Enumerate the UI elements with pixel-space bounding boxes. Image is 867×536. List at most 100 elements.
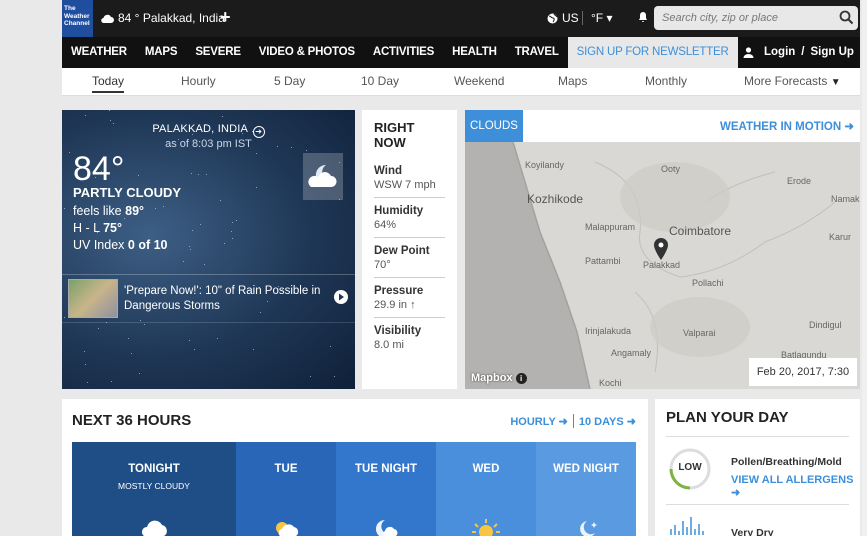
divider [666,504,849,505]
nav-weather[interactable]: WEATHER [62,37,136,68]
feels-like-label: feels like [73,204,122,218]
info-icon[interactable]: i [515,373,527,384]
star-decoration [334,376,335,377]
humidity-value: 64% [374,219,397,231]
visibility-row: Visibility 8.0 mi [374,318,445,357]
current-location-link[interactable]: 84 ° Palakkad, India [101,11,225,25]
scrollbar[interactable] [862,0,867,536]
star-decoration [64,208,65,209]
map-city-valparai: Valparai [683,328,716,338]
current-temperature: 84° [73,150,125,188]
star-decoration [192,230,193,231]
period-wed[interactable]: WED [436,442,536,536]
star-decoration [131,353,132,354]
map-header: CLOUDS WEATHER IN MOTION ➜ [465,110,860,142]
tab-weekend[interactable]: Weekend [454,74,504,88]
location-arrow-icon: ➔ [252,126,265,138]
dryness-label: Very Dry [731,527,774,536]
video-title-link[interactable]: 'Prepare Now!': 10" of Rain Possible in … [124,284,324,314]
logo-line-1: The [64,5,76,12]
feels-like: feels like 89° [73,204,144,218]
partly-cloudy-night-icon [101,14,114,23]
pressure-label: Pressure [374,285,424,297]
nav-video-photos[interactable]: VIDEO & PHOTOS [250,37,364,68]
mostly-cloudy-night-icon [142,520,167,536]
radar-map[interactable]: CLOUDS WEATHER IN MOTION ➜ Koyilandy Mal… [465,110,860,389]
clear-night-icon [580,521,597,536]
signup-link[interactable]: Sign Up [811,37,854,68]
ten-days-link[interactable]: 10 DAYS ➜ [579,415,636,428]
map-city-malappuram: Malappuram [585,222,636,232]
wind-value: WSW 7 mph [374,179,436,191]
uv-index-label: UV Index [73,238,125,252]
hourly-link[interactable]: HOURLY ➜ [510,415,568,428]
pressure-row: Pressure 29.9 in ↑ [374,278,445,318]
newsletter-signup-link[interactable]: SIGN UP FOR NEWSLETTER [567,37,738,68]
units-selector[interactable]: °F ▾ [591,11,613,25]
star-decoration [85,115,86,116]
period-phrase: MOSTLY CLOUDY [118,481,190,491]
observation-time: as of 8:03 pm IST [165,138,252,150]
right-now-title: RIGHT NOW [374,120,415,150]
star-decoration [222,116,223,117]
tab-more-forecasts[interactable]: More Forecasts ▼ [744,74,841,88]
star-decoration [189,246,190,247]
star-decoration [183,261,184,262]
period-tue[interactable]: TUE [236,442,336,536]
top-bar: The Weather Channel 84 ° Palakkad, India… [62,0,860,37]
region-selector[interactable]: US [547,11,579,25]
visibility-value: 8.0 mi [374,339,404,351]
star-decoration [194,349,195,350]
view-all-allergens-link[interactable]: VIEW ALL ALLERGENS ➜ [731,474,860,499]
tab-monthly[interactable]: Monthly [645,74,687,88]
weather-channel-logo[interactable]: The Weather Channel [62,0,93,37]
map-layer-clouds[interactable]: CLOUDS [465,110,523,142]
nav-health[interactable]: HEALTH [443,37,506,68]
star-decoration [144,324,145,325]
nav-maps[interactable]: MAPS [136,37,186,68]
map-canvas[interactable]: Koyilandy Malappuram Ooty Erode Namakl K… [465,141,860,389]
star-decoration [232,222,233,223]
star-decoration [306,150,307,151]
search-icon[interactable] [839,10,854,25]
nav-activities[interactable]: ACTIVITIES [364,37,443,68]
tab-10-day[interactable]: 10 Day [361,74,399,88]
star-decoration [204,264,205,265]
star-decoration [310,376,311,377]
map-city-irinjalakuda: Irinjalakuda [585,326,632,336]
divider [572,414,574,428]
period-tonight[interactable]: TONIGHT MOSTLY CLOUDY [72,442,236,536]
star-decoration [198,174,199,175]
nav-travel[interactable]: TRAVEL [506,37,568,68]
period-name: TUE NIGHT [355,463,417,475]
add-location-button[interactable]: + [220,7,231,27]
tab-today[interactable]: Today [92,74,125,93]
map-city-angamaly: Angamaly [611,348,652,358]
search-input[interactable]: Search city, zip or place [654,6,858,30]
star-decoration [139,373,140,374]
nav-severe[interactable]: SEVERE [186,37,249,68]
period-tue-night[interactable]: TUE NIGHT [336,442,436,536]
visibility-label: Visibility [374,325,422,337]
play-icon[interactable] [334,290,348,304]
high-low-label: H - L [73,221,100,235]
current-location[interactable]: PALAKKAD, INDIA ➔ [62,123,355,138]
period-wed-night[interactable]: WED NIGHT [536,442,636,536]
video-thumbnail[interactable] [68,279,118,318]
login-link[interactable]: Login [764,37,795,68]
star-decoration [220,200,221,201]
weather-in-motion-link[interactable]: WEATHER IN MOTION ➜ [720,119,854,133]
current-location-text: 84 ° Palakkad, India [118,11,225,25]
main-nav: WEATHER MAPS SEVERE VIDEO & PHOTOS ACTIV… [62,37,860,68]
region-label: US [562,11,579,25]
tab-maps[interactable]: Maps [558,74,587,88]
allergen-title: Pollen/Breathing/Mold [731,456,842,468]
partly-cloudy-night-icon [303,153,343,200]
star-decoration [191,173,192,174]
star-decoration [64,317,65,318]
bell-icon[interactable] [638,11,648,26]
next-36-hours-card: NEXT 36 HOURS HOURLY ➜ 10 DAYS ➜ TONIGHT… [62,399,648,536]
star-decoration [253,349,254,350]
tab-hourly[interactable]: Hourly [181,74,216,88]
tab-5-day[interactable]: 5 Day [274,74,305,88]
